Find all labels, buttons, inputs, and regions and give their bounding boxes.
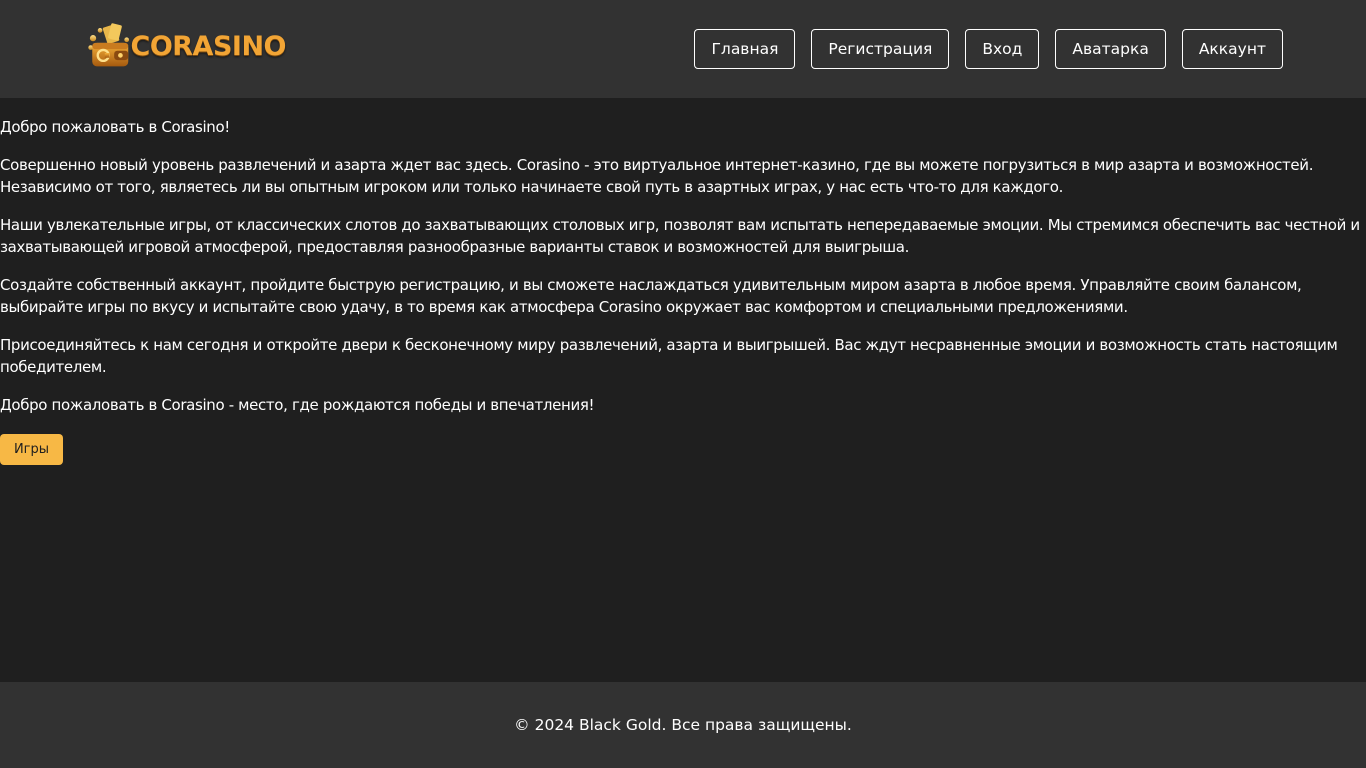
welcome-text-block: Добро пожаловать в Corasino! Совершенно …: [0, 98, 1366, 465]
closing-paragraph: Добро пожаловать в Corasino - место, где…: [0, 396, 595, 414]
logo[interactable]: CORASINO: [86, 16, 286, 76]
games-button[interactable]: Игры: [0, 434, 63, 465]
brand-name: CORASINO: [130, 30, 287, 62]
account-paragraph: Создайте собственный аккаунт, пройдите б…: [0, 276, 1302, 316]
main-content: Добро пожаловать в Corasino! Совершенно …: [0, 98, 1366, 682]
copyright-text: © 2024 Black Gold. Все права защищены.: [514, 716, 852, 734]
site-footer: © 2024 Black Gold. Все права защищены.: [0, 682, 1366, 768]
nav-avatar-button[interactable]: Аватарка: [1055, 29, 1166, 69]
games-paragraph: Наши увлекательные игры, от классических…: [0, 216, 1360, 256]
join-paragraph: Присоединяйтесь к нам сегодня и откройте…: [0, 336, 1338, 376]
nav-login-button[interactable]: Вход: [965, 29, 1040, 69]
nav-register-button[interactable]: Регистрация: [811, 29, 950, 69]
intro-paragraph: Совершенно новый уровень развлечений и а…: [0, 156, 1314, 196]
wallet-coins-icon: [88, 23, 130, 67]
nav-account-button[interactable]: Аккаунт: [1181, 29, 1283, 69]
site-header: CORASINO Главная Регистрация Вход Аватар…: [0, 0, 1366, 98]
main-nav: Главная Регистрация Вход Аватарка Аккаун…: [694, 29, 1283, 69]
welcome-heading: Добро пожаловать в Corasino!: [0, 118, 230, 136]
nav-home-button[interactable]: Главная: [694, 29, 796, 69]
